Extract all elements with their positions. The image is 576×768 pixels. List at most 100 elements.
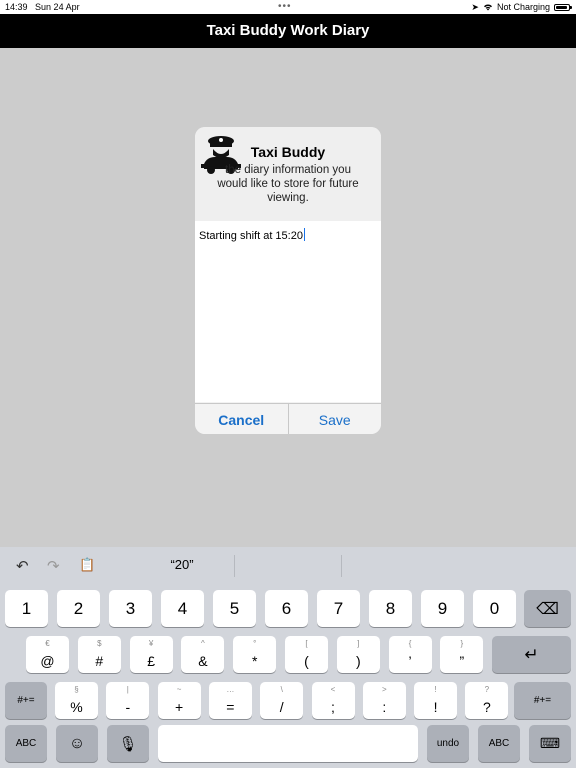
multitasking-dots-icon[interactable]: ••• (278, 0, 292, 14)
key-alt-label: < (330, 685, 336, 694)
key-3[interactable]: 3 (109, 590, 152, 627)
battery-icon (554, 3, 572, 11)
row3-key[interactable]: \ / (260, 682, 304, 719)
dialog-message: the diary information you would like to … (217, 164, 359, 204)
key-label: ’ (408, 653, 412, 669)
key-label: @ (40, 653, 55, 669)
key-label: # (95, 653, 104, 669)
row3-key[interactable]: §% (55, 682, 98, 719)
key-label: 3 (125, 598, 136, 618)
key-alt-label: | (126, 685, 129, 694)
row3-key[interactable]: | - (106, 682, 150, 719)
keyboard-toolbar: ↶ ↷ 📋 “20” (0, 547, 576, 585)
dictation-key[interactable]: 🎙 (107, 725, 149, 762)
row2-key[interactable]: [( (285, 636, 328, 673)
symbols-toggle-key-right[interactable]: #+= (514, 682, 571, 719)
key-1[interactable]: 1 (5, 590, 48, 627)
abc-key-left[interactable]: ABC (5, 725, 47, 762)
diary-text-input[interactable]: Starting shift at 15:20 (195, 221, 381, 402)
row2-key[interactable]: ]) (336, 636, 380, 673)
key-4[interactable]: 4 (161, 590, 204, 627)
key-alt-label: ] (357, 639, 360, 648)
key-label: 2 (73, 598, 84, 618)
key-label: + (175, 699, 184, 715)
row3-key[interactable]: !! (414, 682, 458, 719)
status-time: 14:39 (5, 2, 28, 12)
key-7[interactable]: 7 (317, 590, 360, 627)
autocomplete-suggestion[interactable]: “20” (150, 557, 214, 572)
key-alt-label: € (45, 639, 50, 648)
dismiss-keyboard-key[interactable]: ⌨ (529, 725, 571, 762)
charging-status: Not Charging (496, 2, 550, 12)
row2-key[interactable]: }” (440, 636, 484, 673)
row2-key[interactable]: ^ & (181, 636, 225, 673)
undo-icon[interactable]: ↶ (16, 557, 29, 575)
key-alt-label: { (408, 639, 412, 648)
dialog-buttons: Cancel Save (195, 403, 381, 434)
row2-key[interactable]: € @ (26, 636, 69, 673)
key-label: ? (482, 699, 491, 715)
abc-left-label: ABC (15, 738, 37, 749)
key-label: ; (331, 699, 335, 715)
space-key[interactable] (158, 725, 418, 762)
abc-key-right[interactable]: ABC (478, 725, 520, 762)
key-2[interactable]: 2 (57, 590, 100, 627)
symbols-toggle-right-label: #+= (533, 695, 552, 706)
key-alt-label: > (381, 685, 387, 694)
row2-key[interactable]: ° * (233, 636, 277, 673)
suggestion-divider (234, 555, 235, 577)
key-5[interactable]: 5 (213, 590, 256, 627)
key-label: ” (459, 653, 465, 669)
key-alt-label: ~ (176, 685, 182, 694)
row2-key[interactable]: ¥ £ (129, 636, 173, 673)
delete-key[interactable]: ⌫ (524, 590, 571, 627)
backspace-icon: ⌫ (536, 600, 559, 618)
key-alt-label: § (74, 685, 79, 694)
redo-icon[interactable]: ↷ (47, 557, 60, 575)
key-8[interactable]: 8 (369, 590, 412, 627)
undo-label: undo (436, 738, 460, 749)
key-label: & (198, 653, 208, 669)
row3-key[interactable]: ?? (465, 682, 509, 719)
on-screen-keyboard: ↶ ↷ 📋 “20” #+= #+= ↵ ⌫ ABC ☺ 🎙 undo ABC … (0, 547, 576, 768)
return-key[interactable]: ↵ (492, 636, 571, 673)
diary-entry-dialog: Taxi Buddy the diary information you wou… (195, 127, 381, 434)
key-alt-label: $ (97, 639, 102, 648)
microphone-icon: 🎙 (118, 735, 138, 753)
key-alt-label: } (460, 639, 464, 648)
undo-key[interactable]: undo (427, 725, 469, 762)
paste-icon[interactable]: 📋 (79, 557, 95, 573)
key-label: 4 (177, 598, 188, 618)
key-label: : (382, 699, 387, 715)
key-6[interactable]: 6 (265, 590, 308, 627)
key-label: 9 (437, 598, 448, 618)
keyboard-dismiss-icon: ⌨ (539, 735, 561, 751)
key-9[interactable]: 9 (421, 590, 464, 627)
location-arrow-icon: ➤ (471, 2, 479, 12)
emoji-key[interactable]: ☺ (56, 725, 98, 762)
row3-key[interactable]: <; (311, 682, 355, 719)
status-right: ➤ Not Charging (471, 0, 572, 14)
row3-key[interactable]: … = (208, 682, 252, 719)
status-time-date: 14:39 Sun 24 Apr (5, 0, 80, 14)
key-label: % (70, 699, 83, 715)
row3-key[interactable]: >: (362, 682, 406, 719)
key-alt-label: \ (280, 685, 283, 694)
key-0[interactable]: 0 (473, 590, 516, 627)
save-button[interactable]: Save (289, 404, 382, 434)
key-alt-label: ° (253, 639, 257, 648)
dialog-header: Taxi Buddy the diary information you wou… (195, 127, 381, 221)
row2-key[interactable]: {’ (388, 636, 432, 673)
key-label: 6 (281, 598, 292, 618)
key-label: ( (304, 653, 309, 669)
cancel-button[interactable]: Cancel (195, 404, 289, 434)
symbols-toggle-key[interactable]: #+= (5, 682, 47, 719)
key-alt-label: … (226, 685, 235, 694)
emoji-icon: ☺ (68, 734, 86, 752)
row2-key[interactable]: $ # (77, 636, 121, 673)
dialog-title: Taxi Buddy (250, 144, 326, 160)
row3-key[interactable]: ~ + (157, 682, 201, 719)
diary-text-value: Starting shift at 15:20 (199, 230, 303, 242)
page-title: Taxi Buddy Work Diary (206, 22, 370, 39)
key-label: 8 (385, 598, 396, 618)
